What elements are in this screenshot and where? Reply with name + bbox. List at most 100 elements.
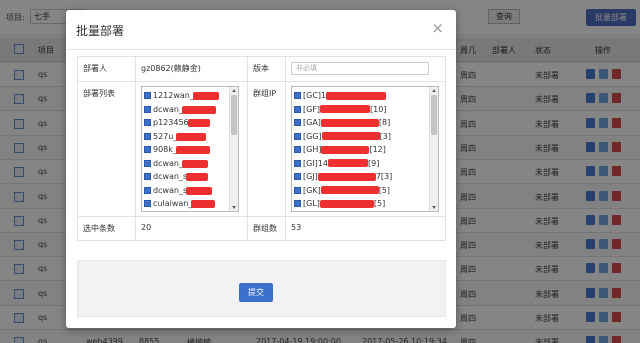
deploy-list-item[interactable]: 1212wan_	[144, 89, 228, 103]
checkbox-checked-icon[interactable]	[144, 146, 151, 153]
redaction-mark	[182, 105, 216, 114]
redaction-mark	[182, 159, 208, 168]
group-ip-suffix: [5]	[378, 185, 391, 195]
deploy-form: 部署人 gz0862(赖静金) 版本 非必填 部署列表 1212wan_ dcwa…	[77, 56, 446, 241]
group-ip-item[interactable]: [GJ] 7[3]	[294, 170, 428, 184]
redaction-mark	[188, 119, 210, 127]
deploy-item-label: dcwan_s	[153, 172, 188, 181]
group-ip-label: [GI]14	[303, 158, 328, 168]
redaction-mark	[176, 146, 210, 154]
group-ip-scrollbar[interactable]	[429, 87, 438, 211]
deploy-list-item[interactable]: dcwan_s	[144, 184, 228, 198]
selected-count-label: 选中条数	[77, 216, 136, 241]
checkbox-checked-icon[interactable]	[144, 200, 151, 207]
deploy-item-label: 908k_	[153, 145, 177, 154]
scroll-up-icon[interactable]	[232, 89, 236, 92]
group-ip-suffix: [8]	[378, 118, 391, 127]
version-label: 版本	[247, 56, 286, 82]
scroll-down-icon[interactable]	[232, 206, 236, 209]
group-ip-item[interactable]: [GK] [5]	[294, 184, 428, 198]
redaction-mark	[186, 186, 212, 195]
version-input[interactable]: 非必填	[291, 62, 429, 75]
redaction-mark	[319, 199, 374, 208]
deploy-list-item[interactable]: culaiwan_	[144, 197, 228, 211]
group-ip-label: [GA]	[303, 118, 321, 127]
group-ip-suffix: [12]	[369, 145, 386, 154]
scroll-up-icon[interactable]	[432, 89, 436, 92]
scroll-thumb[interactable]	[231, 95, 237, 135]
group-ip-suffix: [9]	[367, 158, 380, 168]
redaction-mark	[320, 118, 379, 127]
checkbox-checked-icon[interactable]	[294, 186, 301, 194]
deploy-list-item[interactable]: dcwan_s	[144, 170, 228, 184]
scroll-thumb[interactable]	[431, 95, 437, 135]
group-ip-item[interactable]: [GL] [5]	[294, 197, 428, 211]
redaction-mark	[193, 92, 219, 100]
redaction-mark	[320, 186, 379, 194]
group-ip-item[interactable]: [GF] [10]	[294, 103, 428, 117]
group-ip-list-items: [GC]1 [GF] [10] [GA] [8] [GG] [3] [GH] [12] [GI]1…	[292, 87, 428, 212]
checkbox-checked-icon[interactable]	[144, 186, 151, 194]
checkbox-checked-icon[interactable]	[144, 105, 151, 113]
deploy-item-label: dcwan_	[153, 104, 183, 114]
group-count-label: 群组数	[247, 216, 286, 241]
deploy-list-scrollbar[interactable]	[229, 87, 238, 211]
deploy-list-label: 部署列表	[77, 81, 136, 217]
group-ip-item[interactable]: [GG] [3]	[294, 130, 428, 144]
checkbox-checked-icon[interactable]	[294, 159, 301, 167]
group-ip-item[interactable]: [GC]1	[294, 89, 428, 103]
deploy-list-item[interactable]: 908k_	[144, 143, 228, 157]
checkbox-checked-icon[interactable]	[144, 173, 151, 180]
group-ip-label: [GF]	[303, 104, 321, 114]
deploy-listbox[interactable]: 1212wan_ dcwan_ p123456 527u_ 908k_ dcwan_ dcw…	[141, 86, 239, 212]
redaction-mark	[317, 172, 376, 181]
checkbox-checked-icon[interactable]	[294, 92, 301, 99]
deploy-item-label: p123456	[153, 118, 189, 127]
group-ip-item[interactable]: [GH] [12]	[294, 143, 428, 157]
checkbox-checked-icon[interactable]	[144, 119, 151, 126]
modal-header: 批量部署 ×	[66, 10, 456, 50]
deployer-label: 部署人	[77, 56, 136, 82]
checkbox-checked-icon[interactable]	[294, 146, 301, 153]
redaction-mark	[321, 132, 380, 140]
deploy-list-item[interactable]: dcwan_	[144, 103, 228, 117]
deploy-list-items: 1212wan_ dcwan_ p123456 527u_ 908k_ dcwan_ dcw…	[142, 87, 228, 212]
submit-button[interactable]: 提交	[239, 283, 273, 302]
redaction-mark	[186, 173, 208, 181]
redaction-mark	[326, 91, 387, 100]
group-ip-suffix: 7[3]	[375, 172, 393, 181]
checkbox-checked-icon[interactable]	[294, 200, 301, 207]
checkbox-checked-icon[interactable]	[294, 132, 301, 140]
checkbox-checked-icon[interactable]	[144, 132, 151, 140]
deploy-list-item[interactable]: p123456	[144, 116, 228, 130]
group-ip-label: [GG]	[303, 131, 322, 141]
checkbox-checked-icon[interactable]	[294, 173, 301, 180]
deploy-item-label: dcwan_s	[153, 185, 188, 195]
group-ip-label: [GK]	[303, 185, 321, 195]
selected-count-value: 20	[135, 216, 248, 241]
checkbox-checked-icon[interactable]	[294, 105, 301, 113]
checkbox-checked-icon[interactable]	[144, 159, 151, 167]
group-ip-suffix: [3]	[379, 131, 391, 141]
checkbox-checked-icon[interactable]	[144, 92, 151, 99]
group-ip-item[interactable]: [GA] [8]	[294, 116, 428, 130]
deploy-item-label: dcwan_	[153, 158, 183, 168]
group-ip-listbox[interactable]: [GC]1 [GF] [10] [GA] [8] [GG] [3] [GH] [12] [GI]1…	[291, 86, 439, 212]
group-ip-item[interactable]: [GM]	[294, 211, 428, 212]
group-ip-label: [GC]1	[303, 91, 327, 100]
deploy-list-item[interactable]: 000	[144, 211, 228, 212]
redaction-mark	[320, 105, 371, 113]
group-ip-label: 群组IP	[247, 81, 286, 217]
deploy-list-item[interactable]: dcwan_	[144, 157, 228, 171]
group-ip-suffix: [10]	[370, 104, 387, 114]
redaction-mark	[176, 132, 206, 141]
modal-title: 批量部署	[76, 24, 125, 38]
scroll-down-icon[interactable]	[432, 206, 436, 209]
checkbox-checked-icon[interactable]	[294, 119, 301, 126]
submit-area: 提交	[77, 260, 446, 317]
group-ip-suffix: [5]	[373, 199, 386, 208]
batch-deploy-modal: 批量部署 × 部署人 gz0862(赖静金) 版本 非必填 部署列表 1212w…	[66, 10, 456, 328]
deploy-list-item[interactable]: 527u_	[144, 130, 228, 144]
group-ip-item[interactable]: [GI]14 [9]	[294, 157, 428, 171]
close-icon[interactable]: ×	[431, 20, 444, 36]
